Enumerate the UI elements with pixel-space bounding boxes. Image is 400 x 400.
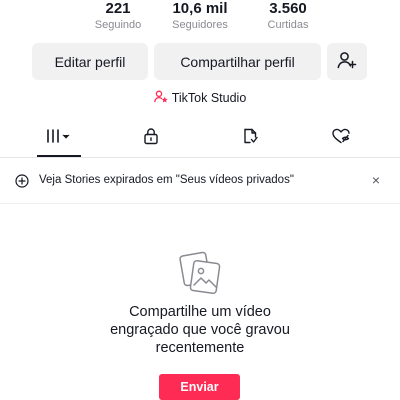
edit-profile-button[interactable]: Editar perfil [32,43,148,80]
add-user-icon [337,51,357,72]
followers-stat[interactable]: 10,6 mil Seguidores [155,0,245,32]
tiktok-studio-label: TikTok Studio [171,91,247,105]
empty-state-message: Compartilhe um vídeo engraçado que você … [0,303,400,357]
profile-tabs [0,120,400,158]
following-count: 221 [105,0,131,17]
following-stat[interactable]: 221 Seguindo [73,0,163,32]
tab-reposts[interactable] [220,120,280,156]
tab-liked[interactable] [311,120,371,156]
banner-text: Veja Stories expirados em "Seus vídeos p… [39,174,294,186]
person-star-icon [153,90,168,106]
likes-count: 3.560 [269,0,307,17]
upload-button[interactable]: Enviar [159,374,240,400]
tabs-divider [0,157,400,158]
followers-count: 10,6 mil [172,0,228,17]
banner-divider [0,203,400,204]
likes-label: Curtidas [267,19,309,31]
photos-icon [176,250,224,296]
grid-icon [45,128,71,149]
following-label: Seguindo [94,19,142,31]
liked-icon [331,127,351,150]
share-profile-button[interactable]: Compartilhar perfil [154,43,321,80]
tiktok-studio-link[interactable]: TikTok Studio [0,90,400,106]
add-circle-icon [15,174,29,188]
tab-private[interactable] [121,120,181,156]
likes-stat[interactable]: 3.560 Curtidas [243,0,333,32]
lock-icon [143,127,159,150]
expired-stories-banner[interactable]: Veja Stories expirados em "Seus vídeos p… [0,166,400,196]
add-friends-button[interactable] [327,43,367,80]
followers-label: Seguidores [172,19,228,31]
close-icon[interactable]: × [368,171,384,189]
repost-icon [241,127,259,150]
profile-stats: 221 Seguindo 10,6 mil Seguidores 3.560 C… [0,0,400,38]
tab-videos[interactable] [28,120,88,156]
empty-state-text: Compartilhe um vídeo engraçado que você … [110,304,290,356]
